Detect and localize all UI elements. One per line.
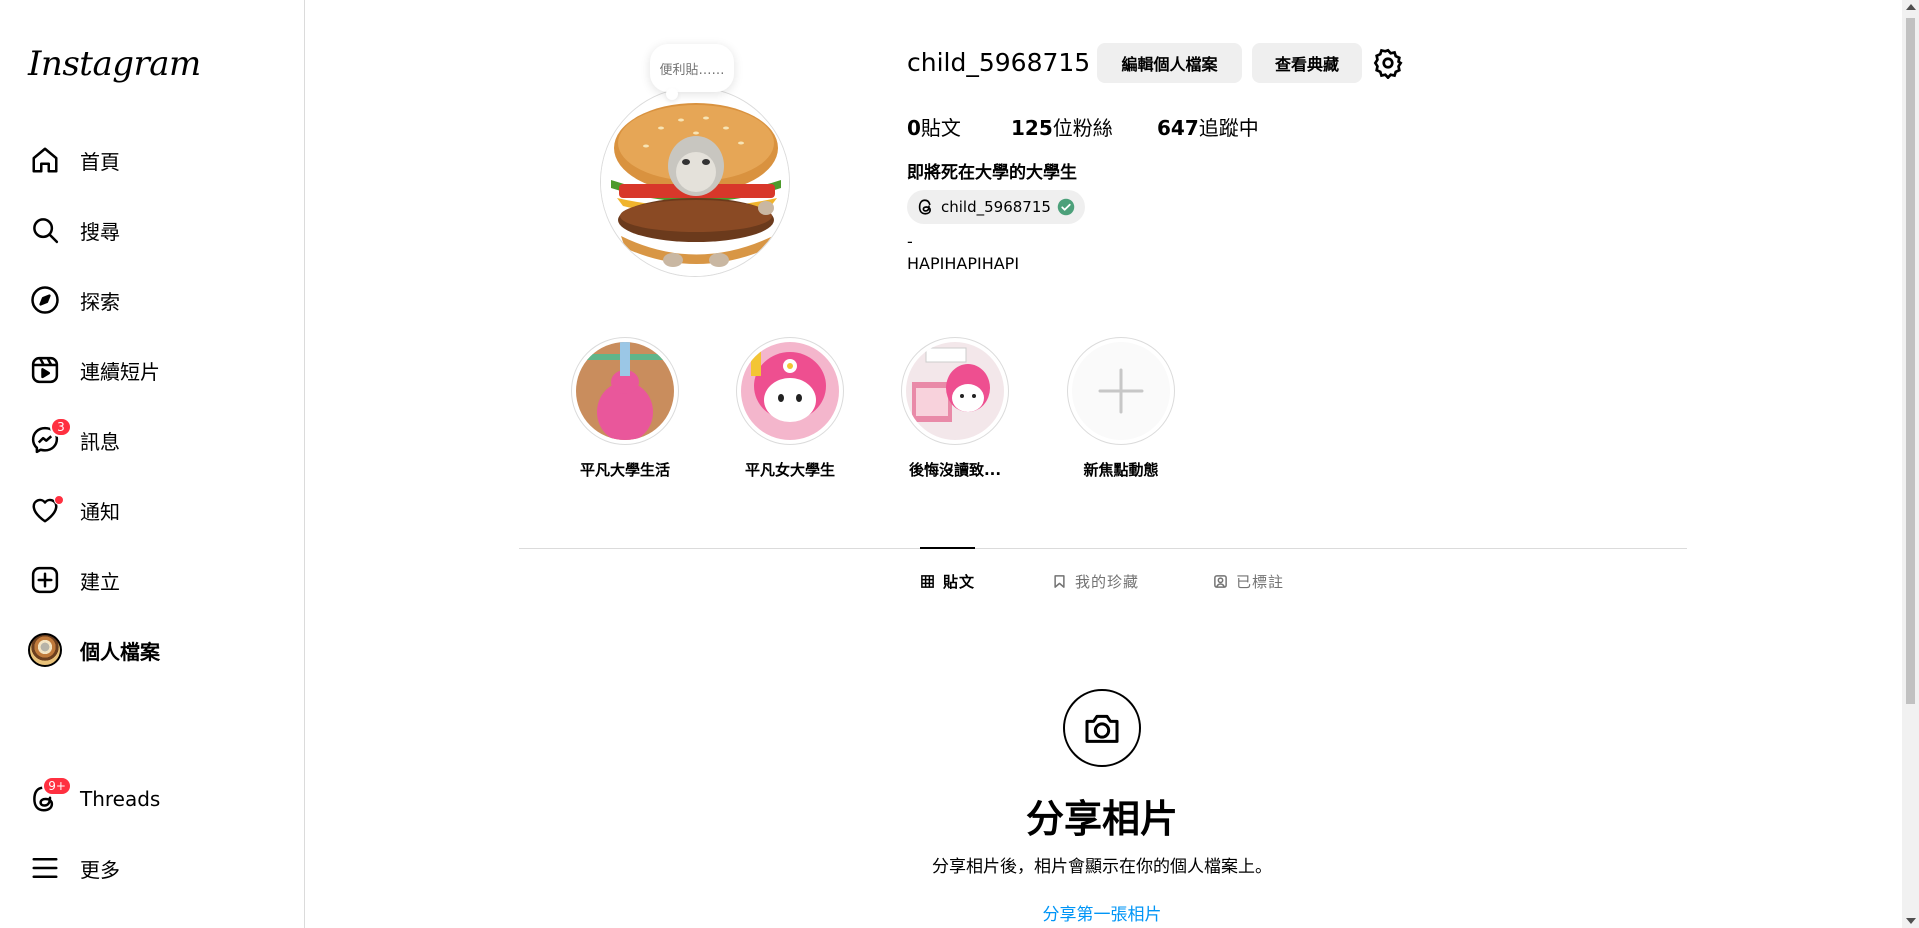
messages-badge: 3	[50, 417, 72, 437]
highlight-cover	[576, 342, 674, 440]
threads-profile-link[interactable]: child_5968715	[907, 190, 1085, 224]
threads-icon	[918, 199, 931, 215]
burger-cat-image	[601, 88, 789, 276]
tab-tagged[interactable]: 已標註	[1213, 548, 1284, 614]
scrollbar-thumb[interactable]	[1906, 18, 1915, 704]
sidebar-item-create[interactable]: 建立	[14, 551, 289, 609]
sidebar-item-search[interactable]: 搜尋	[14, 201, 289, 259]
scroll-up-arrow[interactable]	[1906, 4, 1916, 10]
sidebar-item-notifications[interactable]: 通知	[14, 481, 289, 539]
plus-square-icon	[28, 563, 62, 597]
sidebar-item-label: 訊息	[80, 429, 120, 454]
highlight-item[interactable]: 後悔沒讀致...	[900, 337, 1010, 480]
sidebar-item-label: 通知	[80, 499, 120, 524]
settings-gear-icon[interactable]	[1372, 47, 1404, 79]
verified-check-icon	[1057, 198, 1075, 216]
view-archive-button[interactable]: 查看典藏	[1252, 43, 1362, 83]
plus-icon	[1098, 368, 1144, 414]
reels-icon	[28, 353, 62, 387]
posts-count-label: 貼文	[920, 116, 961, 140]
empty-state-subtitle: 分享相片後，相片會顯示在你的個人檔案上。	[932, 857, 1272, 877]
tab-label: 已標註	[1236, 572, 1285, 591]
sidebar-item-label: 個人檔案	[80, 639, 160, 664]
notification-dot	[54, 495, 64, 505]
grid-icon	[921, 574, 934, 588]
highlight-cover	[906, 342, 1004, 440]
sidebar-item-home[interactable]: 首頁	[14, 131, 289, 189]
highlight-cover	[741, 342, 839, 440]
highlight-item[interactable]: 平凡女大學生	[735, 337, 845, 480]
tab-posts[interactable]: 貼文	[920, 547, 976, 613]
followers-count-value: 125	[1011, 116, 1053, 140]
empty-state-title: 分享相片	[1025, 797, 1178, 841]
threads-handle: child_5968715	[941, 198, 1051, 216]
profile-username: child_5968715	[907, 48, 1091, 77]
posts-count-value: 0	[907, 116, 921, 140]
followers-count[interactable]: 125位粉絲	[1011, 112, 1113, 141]
sidebar-item-label: 首頁	[80, 149, 120, 174]
profile-full-name: 即將死在大學的大學生	[907, 163, 1077, 183]
edit-profile-button[interactable]: 編輯個人檔案	[1097, 43, 1242, 83]
highlight-item[interactable]: 平凡大學生活	[570, 337, 680, 480]
heart-icon	[28, 493, 64, 527]
share-first-photo-link[interactable]: 分享第一張相片	[0, 900, 1919, 925]
bio-line-2: HAPIHAPIHAPI	[907, 254, 1020, 273]
sidebar-item-label: 搜尋	[80, 219, 120, 244]
following-count-value: 647	[1157, 116, 1199, 140]
tab-label: 我的珍藏	[1075, 572, 1140, 591]
camera-icon	[1063, 689, 1141, 767]
highlight-label: 平凡女大學生	[744, 461, 835, 479]
new-highlight-button[interactable]: 新焦點動態	[1066, 337, 1176, 480]
scroll-down-arrow[interactable]	[1906, 918, 1916, 924]
following-count-label: 追蹤中	[1198, 116, 1259, 140]
bio-line-1: -	[907, 232, 913, 251]
following-count[interactable]: 647追蹤中	[1157, 112, 1259, 141]
sidebar-item-explore[interactable]: 探索	[14, 271, 289, 329]
instagram-logo[interactable]: Instagram	[28, 44, 201, 84]
home-icon	[28, 143, 62, 177]
tagged-icon	[1214, 574, 1227, 588]
sidebar-item-messages[interactable]: 3 訊息	[14, 411, 289, 469]
sidebar-item-profile[interactable]: 個人檔案	[14, 621, 289, 679]
compass-icon	[28, 283, 62, 317]
avatar	[28, 633, 62, 667]
highlight-label: 後悔沒讀致...	[908, 461, 1002, 479]
tab-saved[interactable]: 我的珍藏	[1052, 548, 1139, 614]
scrollbar[interactable]	[1902, 0, 1919, 928]
note-bubble[interactable]: 便利貼……	[650, 44, 734, 100]
sidebar-item-label: 連續短片	[80, 359, 160, 384]
search-icon	[28, 213, 62, 247]
sidebar-item-label: 探索	[80, 289, 120, 314]
followers-count-label: 位粉絲	[1052, 116, 1113, 140]
tab-label: 貼文	[943, 572, 976, 591]
posts-count: 0貼文	[907, 112, 961, 141]
sidebar-item-reels[interactable]: 連續短片	[14, 341, 289, 399]
profile-picture[interactable]	[600, 87, 790, 277]
highlight-label: 新焦點動態	[1083, 461, 1159, 479]
bookmark-icon	[1054, 574, 1065, 588]
messenger-icon: 3	[28, 417, 72, 457]
highlight-label: 平凡大學生活	[579, 461, 670, 479]
sidebar-item-label: 建立	[80, 569, 120, 594]
